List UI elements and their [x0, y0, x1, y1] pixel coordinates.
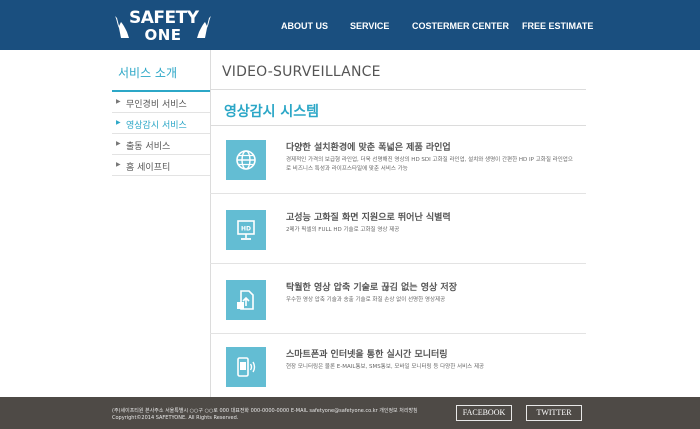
hd-monitor-icon: HD: [226, 210, 266, 250]
globe-icon: [226, 140, 266, 180]
feature-description: 우수한 영상 압축 기술과 송출 기술로 화질 손상 없이 선명한 영상제공: [286, 297, 446, 303]
feature-title: 탁월한 영상 압축 기술로 끊김 없는 영상 저장: [286, 283, 457, 293]
logo-text-one: ONE: [144, 26, 182, 44]
safetyone-logo[interactable]: SAFETY ONE: [113, 6, 213, 46]
sidebar-item-label: 홈 세이프티: [126, 163, 171, 173]
nav-free-estimate[interactable]: FREE ESTIMATE: [522, 21, 593, 31]
sidebar-item-video-surveillance[interactable]: ▶ 영상감시 서비스: [112, 114, 210, 134]
sidebar-item-dispatch[interactable]: ▶ 출동 서비스: [112, 135, 210, 155]
section-title: 영상감시 시스템: [224, 104, 320, 120]
facebook-button[interactable]: FACEBOOK: [456, 405, 512, 421]
title-divider: [210, 89, 586, 90]
nav-service[interactable]: SERVICE: [350, 21, 389, 31]
sidebar-title: 서비스 소개: [118, 66, 178, 80]
feature-item-realtime-monitoring: 스마트폰과 인터넷을 통한 실시간 모니터링 현장 모니터링은 물론 E-MAI…: [210, 333, 586, 401]
arrow-right-icon: ▶: [116, 119, 121, 126]
arrow-right-icon: ▶: [116, 98, 121, 105]
site-footer: (주)세이프티원 본사주소 서울특별시 ○○구 ○○로 000 대표전화 000…: [0, 397, 700, 429]
footer-address: (주)세이프티원 본사주소 서울특별시 ○○구 ○○로 000 대표전화 000…: [112, 408, 418, 414]
feature-title: 고성능 고화질 화면 지원으로 뛰어난 식별력: [286, 213, 451, 223]
twitter-button[interactable]: TWITTER: [526, 405, 582, 421]
logo-text-safety: SAFETY: [129, 8, 199, 28]
feature-title: 스마트폰과 인터넷을 통한 실시간 모니터링: [286, 350, 448, 360]
feature-description: 현장 모니터링은 물론 E-MAIL통보, SMS통보, 모바일 모니터링 등 …: [286, 364, 485, 370]
site-header: SAFETY ONE ABOUT US SERVICE COSTERMER CE…: [0, 0, 700, 50]
page-title: VIDEO-SURVEILLANCE: [222, 64, 381, 80]
feature-item-hd-quality: HD 고성능 고화질 화면 지원으로 뛰어난 식별력 2메가 픽셀의 FULL …: [210, 196, 586, 264]
nav-customer-center[interactable]: COSTERMER CENTER: [412, 21, 509, 31]
footer-copyright: Copyright©2014 SAFETYONE. All Rights Res…: [112, 415, 239, 421]
upload-document-icon: [226, 280, 266, 320]
arrow-right-icon: ▶: [116, 140, 121, 147]
sidebar-item-label: 영상감시 서비스: [126, 121, 187, 131]
sidebar-item-home-safety[interactable]: ▶ 홈 세이프티: [112, 156, 210, 176]
sidebar-item-label: 무인경비 서비스: [126, 100, 187, 110]
smartphone-signal-icon: [226, 347, 266, 387]
nav-about-us[interactable]: ABOUT US: [281, 21, 328, 31]
sidebar-title-underline: [112, 90, 210, 92]
sidebar-item-unmanned-security[interactable]: ▶ 무인경비 서비스: [112, 93, 210, 113]
feature-description: 경제적인 가격의 보급형 라인업, 더욱 선명해진 영상의 HD SDI 고화질…: [286, 157, 573, 172]
right-hand-icon: [197, 16, 211, 38]
feature-description: 2메가 픽셀의 FULL HD 기술로 고화질 영상 제공: [286, 227, 400, 233]
feature-item-compression: 탁월한 영상 압축 기술로 끊김 없는 영상 저장 우수한 영상 압축 기술과 …: [210, 266, 586, 334]
svg-text:HD: HD: [241, 226, 251, 233]
feature-title: 다양한 설치환경에 맞춘 폭넓은 제품 라인업: [286, 143, 451, 153]
feature-item-product-lineup: 다양한 설치환경에 맞춘 폭넓은 제품 라인업 경제적인 가격의 보급형 라인업…: [210, 126, 586, 194]
arrow-right-icon: ▶: [116, 161, 121, 168]
sidebar-item-label: 출동 서비스: [126, 142, 171, 152]
